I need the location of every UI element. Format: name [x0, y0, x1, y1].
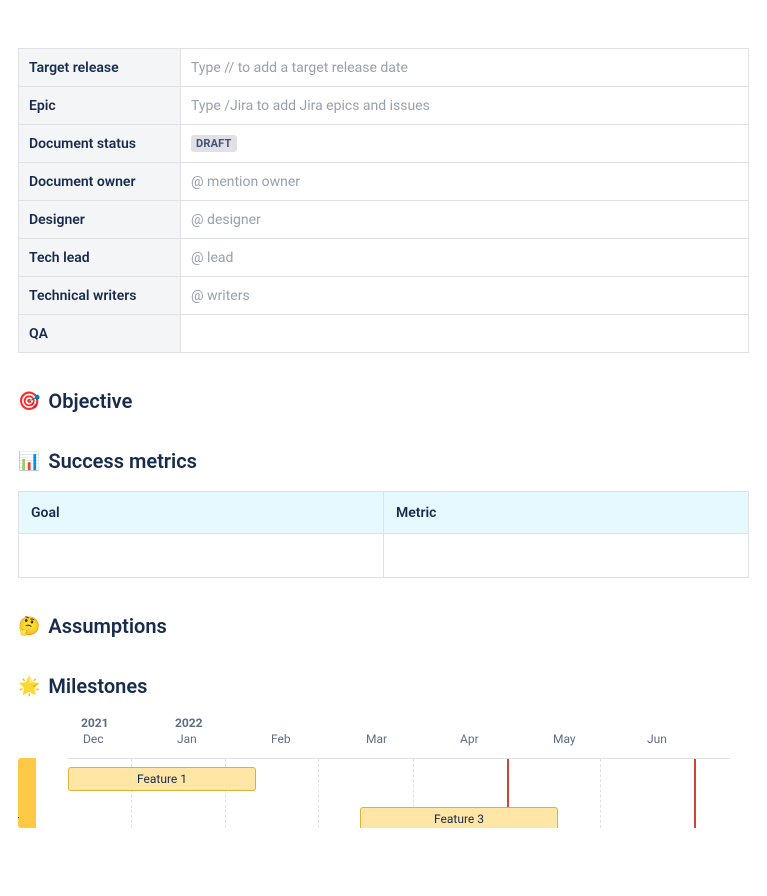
roadmap-milestone-marker[interactable] — [694, 759, 696, 828]
objective-title: Objective — [48, 389, 132, 413]
target-icon: 🎯 — [18, 391, 40, 412]
assumptions-title: Assumptions — [48, 614, 166, 638]
metrics-cell[interactable] — [19, 534, 384, 578]
status-badge[interactable]: DRAFT — [191, 135, 237, 152]
roadmap-body[interactable]: Feature 1 Feature 3 — [68, 758, 730, 828]
meta-key: Document status — [19, 125, 181, 163]
milestones-title: Milestones — [48, 674, 147, 698]
meta-value[interactable]: @ writers — [181, 277, 749, 315]
chart-icon: 📊 — [18, 451, 40, 472]
metrics-cell[interactable] — [384, 534, 749, 578]
roadmap-gridline — [600, 759, 601, 828]
meta-value[interactable]: @ lead — [181, 239, 749, 277]
meta-value-text: Type /Jira to add Jira epics and issues — [191, 98, 430, 114]
roadmap-month-label: Jan — [177, 732, 197, 746]
meta-value[interactable]: Type /Jira to add Jira epics and issues — [181, 87, 749, 125]
meta-key: Tech lead — [19, 239, 181, 277]
metrics-header-goal: Goal — [19, 492, 384, 534]
table-row: Epic Type /Jira to add Jira epics and iss… — [19, 87, 749, 125]
success-metrics-heading: 📊 Success metrics — [18, 449, 749, 473]
objective-heading: 🎯 Objective — [18, 389, 749, 413]
roadmap-header: 2021 2022 Dec Jan Feb Mar Apr May Jun — [68, 716, 730, 758]
table-row: QA — [19, 315, 749, 353]
meta-value[interactable]: @ mention owner — [181, 163, 749, 201]
thinking-icon: 🤔 — [18, 616, 40, 637]
meta-value[interactable]: DRAFT — [181, 125, 749, 163]
success-metrics-table[interactable]: Goal Metric — [18, 491, 749, 578]
roadmap[interactable]: P 20212022DecJanFebMarAprMayJun Feature … — [18, 716, 749, 828]
meta-value-text: @ designer — [191, 212, 261, 228]
meta-key: QA — [19, 315, 181, 353]
roadmap-month-label: Feb — [271, 732, 291, 746]
meta-value[interactable] — [181, 315, 749, 353]
roadmap-month-label: Apr — [460, 732, 479, 746]
meta-value-text: @ lead — [191, 250, 233, 266]
table-row: Document status DRAFT — [19, 125, 749, 163]
roadmap-bar[interactable]: Feature 3 — [360, 807, 558, 828]
meta-value[interactable]: @ designer — [181, 201, 749, 239]
meta-key: Designer — [19, 201, 181, 239]
table-row: Technical writers @ writers — [19, 277, 749, 315]
meta-value-text: @ writers — [191, 288, 250, 304]
meta-key: Epic — [19, 87, 181, 125]
table-row[interactable] — [19, 534, 749, 578]
metadata-table: Target release Type // to add a target re… — [18, 48, 749, 353]
milestones-heading: 🌟 Milestones — [18, 674, 749, 698]
roadmap-month-label: Jun — [647, 732, 667, 746]
meta-key: Target release — [19, 49, 181, 87]
roadmap-bar[interactable]: Feature 1 — [68, 767, 256, 791]
meta-value-text: @ mention owner — [191, 174, 300, 190]
table-row: Target release Type // to add a target re… — [19, 49, 749, 87]
meta-value[interactable]: Type // to add a target release date — [181, 49, 749, 87]
table-row: Tech lead @ lead — [19, 239, 749, 277]
roadmap-year-label: 2021 — [81, 716, 109, 730]
meta-key: Technical writers — [19, 277, 181, 315]
success-metrics-title: Success metrics — [48, 449, 197, 473]
meta-value-text: Type // to add a target release date — [191, 60, 408, 76]
roadmap-month-label: Mar — [366, 732, 387, 746]
table-row: Document owner @ mention owner — [19, 163, 749, 201]
roadmap-month-label: May — [553, 732, 576, 746]
assumptions-heading: 🤔 Assumptions — [18, 614, 749, 638]
meta-key: Document owner — [19, 163, 181, 201]
table-row: Designer @ designer — [19, 201, 749, 239]
roadmap-gridline — [318, 759, 319, 828]
metrics-header-metric: Metric — [384, 492, 749, 534]
roadmap-month-label: Dec — [83, 732, 104, 746]
star-icon: 🌟 — [18, 676, 40, 697]
roadmap-year-label: 2022 — [175, 716, 203, 730]
